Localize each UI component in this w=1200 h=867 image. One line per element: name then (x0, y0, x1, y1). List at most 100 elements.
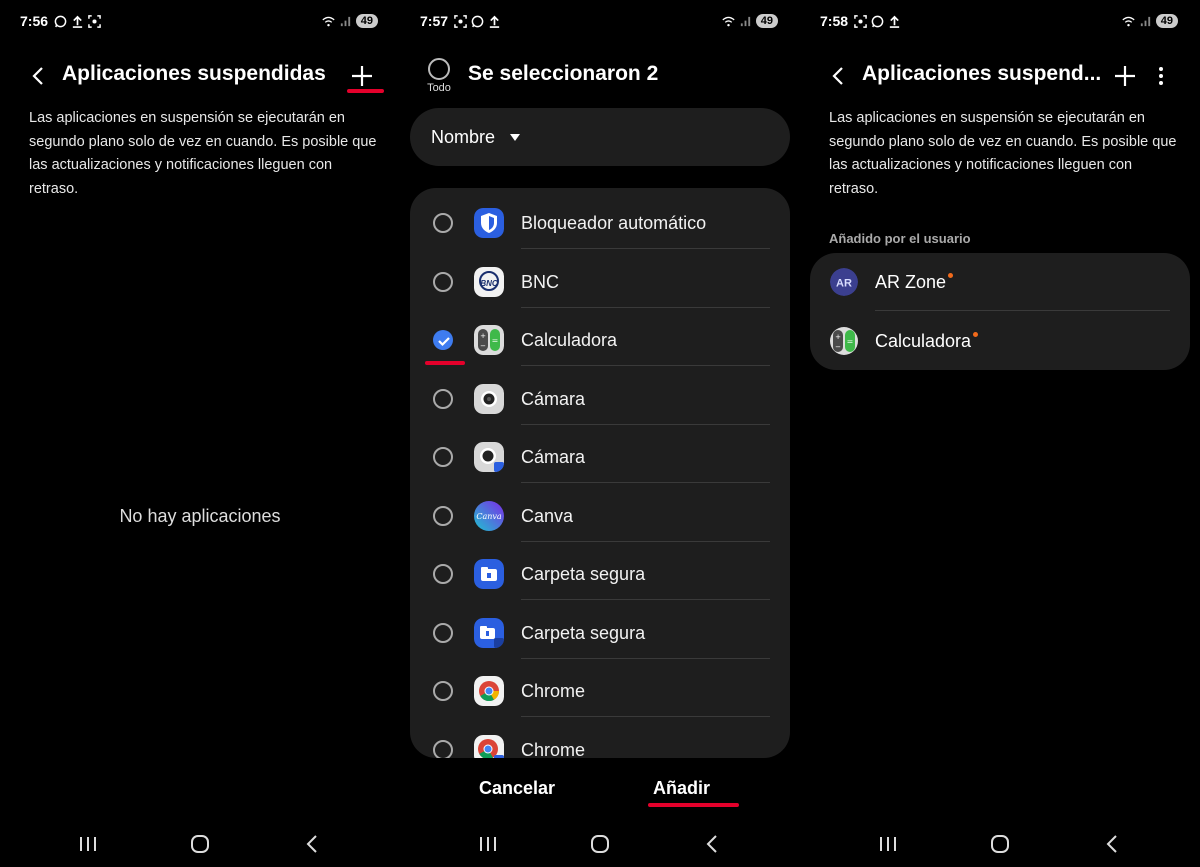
back-arrow-icon[interactable] (28, 64, 50, 88)
check-icon (438, 337, 450, 347)
action-buttons: Cancelar Añadir (400, 776, 800, 806)
app-row[interactable]: Bloqueador automático (410, 191, 790, 249)
home-icon[interactable] (986, 832, 1014, 856)
app-label: Chrome (521, 739, 586, 759)
checkbox[interactable] (433, 622, 453, 643)
highlight-underline (648, 803, 739, 807)
battery-indicator: 49 (755, 14, 778, 28)
app-label: Carpeta segura (521, 622, 646, 643)
app-row[interactable]: + − = Calculadora (410, 308, 790, 366)
suspended-apps-card: AR AR Zone + − = Calculadora (810, 253, 1190, 370)
app-bar: Aplicaciones suspend... (800, 58, 1200, 94)
app-row[interactable]: Carpeta segura (410, 601, 790, 659)
status-bar: 7:57 49 (420, 10, 778, 32)
recent-apps-icon[interactable] (474, 832, 502, 856)
screenshot-icon (88, 14, 101, 28)
battery-indicator: 49 (1155, 14, 1178, 28)
calculator-icon: + − = (830, 327, 858, 355)
home-icon[interactable] (186, 832, 214, 856)
svg-text:−: − (480, 342, 486, 350)
description-text: Las aplicaciones en suspensión se ejecut… (829, 110, 1177, 197)
back-icon[interactable] (699, 832, 727, 856)
camera-secure-icon (474, 442, 504, 472)
svg-text:−: − (835, 343, 841, 351)
add-button[interactable]: Añadir (653, 778, 710, 799)
more-options-icon[interactable] (1158, 66, 1164, 86)
list-item[interactable]: + − = Calculadora (810, 312, 1190, 370)
wifi-icon (1122, 16, 1135, 26)
section-header: Añadido por el usuario (829, 231, 971, 246)
back-arrow-icon[interactable] (828, 64, 850, 88)
svg-text:Canva: Canva (476, 512, 502, 521)
app-list: Bloqueador automático BNC BNC + − = Calculador… (410, 188, 790, 758)
app-label: AR Zone (875, 272, 947, 292)
svg-text:+: + (835, 333, 841, 341)
checkbox[interactable] (433, 213, 453, 233)
status-time: 7:58 (820, 13, 849, 29)
svg-text:BNC: BNC (480, 279, 498, 288)
signal-icon (340, 16, 350, 26)
checkbox[interactable] (433, 447, 453, 467)
upload-icon (889, 15, 900, 28)
bnc-icon: BNC (474, 266, 504, 297)
app-row[interactable]: Cámara (410, 425, 790, 483)
app-label: Canva (521, 505, 574, 526)
checkbox[interactable] (433, 505, 453, 526)
add-icon[interactable] (1113, 64, 1137, 88)
upload-icon (72, 15, 83, 28)
chrome-secure-icon (474, 734, 504, 758)
new-badge-dot (973, 332, 979, 337)
sort-label: Nombre (431, 127, 496, 147)
page-title: Aplicaciones suspendidas (62, 62, 326, 85)
app-row[interactable]: Carpeta segura (410, 542, 790, 600)
cancel-button[interactable]: Cancelar (479, 778, 555, 799)
screenshot-icon (854, 14, 867, 28)
app-label: Carpeta segura (521, 564, 646, 584)
secure-folder-icon (474, 559, 504, 589)
chrome-icon (474, 676, 504, 706)
checkbox[interactable] (433, 739, 453, 758)
recent-apps-icon[interactable] (74, 832, 102, 856)
back-icon[interactable] (299, 832, 327, 856)
app-label: Chrome (521, 681, 586, 701)
whatsapp-icon (54, 15, 67, 27)
screen-suspended-apps-list: 7:58 49 Aplicaciones suspend... Las apli… (800, 0, 1200, 867)
checkbox[interactable] (433, 388, 453, 409)
app-row[interactable]: BNC BNC (410, 250, 790, 308)
ar-zone-icon-text: AR (836, 278, 852, 290)
app-row[interactable]: Cámara (410, 367, 790, 425)
home-icon[interactable] (586, 832, 614, 856)
app-label: BNC (521, 271, 560, 292)
camera-icon (474, 383, 504, 414)
app-label: Calculadora (521, 330, 618, 350)
divider (875, 310, 1170, 311)
checkbox[interactable] (433, 271, 453, 292)
recent-apps-icon[interactable] (874, 832, 902, 856)
app-row[interactable]: Chrome (410, 659, 790, 717)
select-all-circle (428, 58, 450, 80)
sort-dropdown[interactable]: Nombre (410, 108, 790, 166)
screen-suspended-apps-empty: 7:56 49 Aplicaciones suspendidas Las apl… (0, 0, 400, 867)
caret-down-icon (510, 134, 520, 141)
app-label: Calculadora (875, 331, 972, 351)
app-row[interactable]: Canva Canva (410, 484, 790, 542)
wifi-icon (322, 16, 335, 26)
status-time: 7:57 (420, 13, 449, 29)
list-item[interactable]: AR AR Zone (810, 253, 1190, 311)
checkbox[interactable] (433, 681, 453, 701)
app-row[interactable]: Chrome (410, 718, 790, 759)
upload-icon (489, 15, 500, 28)
checkbox[interactable] (433, 564, 453, 584)
checkbox-checked[interactable] (433, 330, 453, 350)
battery-indicator: 49 (355, 14, 378, 28)
signal-icon (740, 16, 750, 26)
select-all-checkbox[interactable]: Todo (424, 58, 454, 94)
ar-zone-icon: AR (830, 268, 858, 296)
back-icon[interactable] (1099, 832, 1127, 856)
status-bar: 7:58 49 (820, 10, 1178, 32)
add-icon[interactable] (350, 64, 374, 88)
app-label: Cámara (521, 388, 586, 409)
svg-text:=: = (492, 336, 499, 345)
status-time: 7:56 (20, 13, 49, 29)
wifi-icon (722, 16, 735, 26)
